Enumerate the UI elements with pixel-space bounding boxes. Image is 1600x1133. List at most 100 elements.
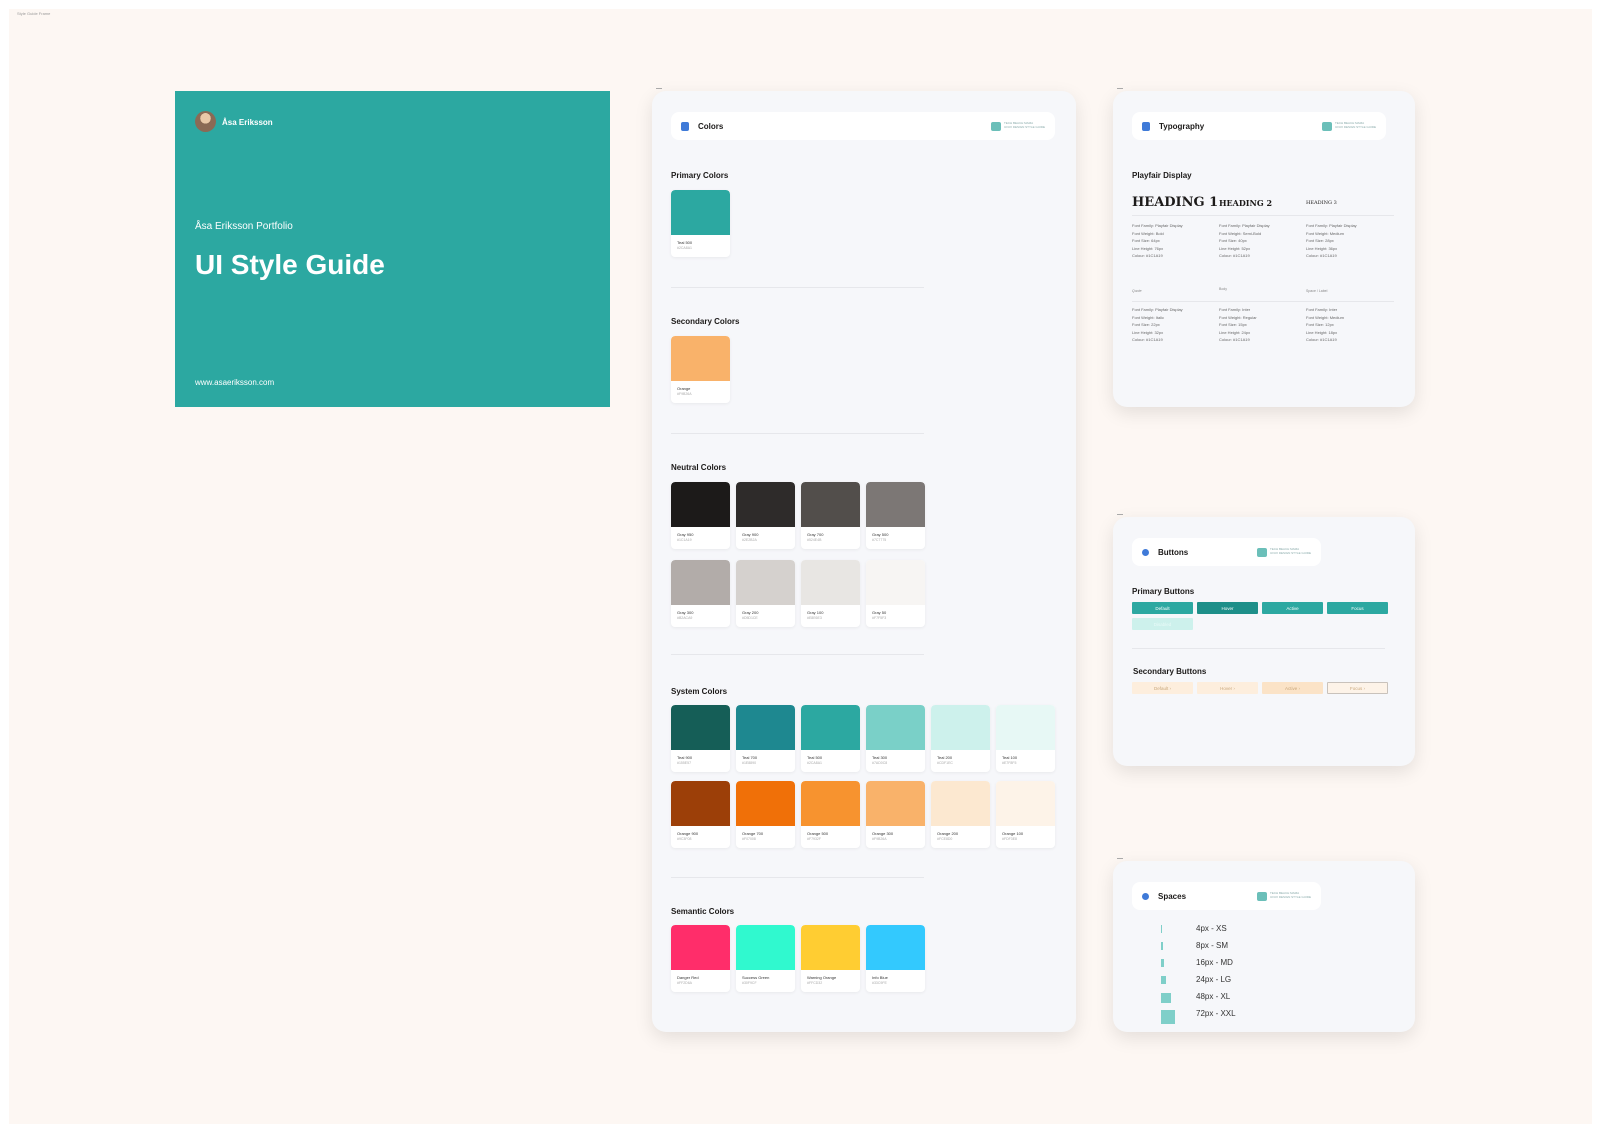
- color-swatch: Gray 900 #2E2B2A: [736, 482, 795, 549]
- font-spec-line: Colour: #1C1A19: [1132, 337, 1163, 343]
- font-spec-line: Colour: #1C1A19: [1219, 337, 1250, 343]
- frame-pin: [656, 88, 662, 89]
- space-label: 8px - SM: [1196, 941, 1229, 950]
- system-colors-title: System Colors: [671, 687, 728, 696]
- cover-card: Åsa Eriksson Åsa Eriksson Portfolio UI S…: [175, 91, 610, 407]
- secondary-button-focus[interactable]: Focus ›: [1327, 682, 1388, 694]
- semantic-colors-title: Semantic Colors: [671, 907, 735, 916]
- heading-3-sample: HEADING 3: [1306, 200, 1337, 206]
- color-name: Teal 500: [807, 755, 823, 760]
- color-swatch: Gray 500 #7C7775: [866, 482, 925, 549]
- divider: [671, 877, 924, 878]
- primary-button-disabled[interactable]: Disabled: [1132, 618, 1193, 630]
- secondary-button-default[interactable]: Default ›: [1132, 682, 1193, 694]
- spaces-header: Spaces TECH BEACH MAMA UI/UX DESIGN STYLE…: [1132, 882, 1321, 910]
- font-spec-line: Line Height: 24px: [1219, 329, 1251, 335]
- brand-logo: TECH BEACH MAMA UI/UX DESIGN STYLE GUIDE: [1256, 891, 1311, 901]
- font-spec-line: Font Size: 64px: [1132, 238, 1160, 244]
- frame-pin: [1117, 88, 1123, 89]
- font-spec: Font Family: Playfair Display Font Weight…: [1132, 306, 1183, 344]
- color-chip: [736, 560, 795, 605]
- quote-sample: Quote: [1132, 289, 1142, 293]
- color-chip: [866, 925, 925, 970]
- space-label: 72px - XXL: [1196, 1009, 1236, 1018]
- color-swatch: Gray 200 #D5D1CE: [736, 560, 795, 627]
- cover-url[interactable]: www.asaeriksson.com: [195, 378, 274, 387]
- font-spec-line: Font Family: Playfair Display: [1132, 223, 1183, 228]
- primary-button-default[interactable]: Default: [1132, 602, 1193, 614]
- space-bar: [1161, 959, 1164, 967]
- color-hex: #1C1A19: [677, 538, 692, 542]
- font-spec: Font Family: Playfair Display Font Weight…: [1219, 222, 1270, 260]
- primary-colors-title: Primary Colors: [671, 171, 729, 180]
- color-chip: [801, 705, 860, 750]
- secondary-colors-title: Secondary Colors: [671, 317, 740, 326]
- color-chip: [671, 336, 730, 381]
- color-name: Orange 300: [872, 831, 894, 836]
- space-label: 16px - MD: [1196, 958, 1233, 967]
- divider: [671, 287, 924, 288]
- color-hex: #2E2B2A: [742, 538, 757, 542]
- cover-author: Åsa Eriksson: [222, 118, 273, 127]
- font-spec-line: Line Height: 18px: [1306, 329, 1338, 335]
- color-hex: #F7F5F3: [872, 616, 887, 620]
- typography-header: Typography TECH BEACH MAMA UI/UX DESIGN S…: [1132, 112, 1386, 140]
- color-hex: #155E57: [677, 761, 692, 765]
- color-swatch: Orange 500 #F7932F: [801, 781, 860, 848]
- spaces-icon: [1142, 892, 1149, 900]
- space-label: 48px - XL: [1196, 992, 1231, 1001]
- typography-icon: [1142, 121, 1150, 131]
- color-chip: [801, 560, 860, 605]
- color-name: Orange 700: [742, 831, 764, 836]
- primary-button-hover[interactable]: Hover: [1197, 602, 1258, 614]
- color-hex: #2CA8A1: [677, 246, 692, 250]
- brand-logo-icon: [1256, 891, 1267, 901]
- heading-1-sample: HEADING 1: [1132, 195, 1219, 210]
- secondary-button-hover[interactable]: Hover ›: [1197, 682, 1258, 694]
- font-spec: Font Family: Playfair Display Font Weight…: [1132, 222, 1183, 260]
- color-swatch: Teal 300 #7AD0C8: [866, 705, 925, 772]
- color-name: Teal 500: [677, 240, 693, 245]
- color-name: Success Green: [742, 975, 770, 980]
- divider: [1132, 301, 1394, 302]
- color-hex: #7AD0C8: [872, 761, 888, 765]
- color-chip: [866, 482, 925, 527]
- colors-header-title: Colors: [698, 121, 724, 131]
- colors-header: Colors TECH BEACH MAMA UI/UX DESIGN STYLE…: [671, 112, 1055, 140]
- color-chip: [801, 925, 860, 970]
- color-chip: [736, 925, 795, 970]
- color-name: Gray 50: [872, 610, 887, 615]
- font-spec-line: Font Weight: Medium: [1306, 314, 1344, 320]
- color-hex: #FF2D6A: [677, 981, 692, 985]
- color-name: Gray 300: [677, 610, 694, 615]
- brand-logo: TECH BEACH MAMA UI/UX DESIGN STYLE GUIDE: [1321, 121, 1376, 131]
- color-name: Orange: [677, 386, 691, 391]
- logo-line2: UI/UX DESIGN STYLE GUIDE: [1269, 551, 1311, 555]
- color-name: Info Blue: [872, 975, 888, 980]
- neutral-colors-title: Neutral Colors: [671, 463, 727, 472]
- colors-panel: Colors TECH BEACH MAMA UI/UX DESIGN STYLE…: [652, 88, 1076, 1032]
- font-spec-line: Font Size: 22px: [1132, 322, 1160, 328]
- font-spec-line: Line Height: 52px: [1219, 245, 1251, 251]
- color-swatch: Orange #F9B26A: [671, 336, 730, 403]
- font-spec-line: Colour: #1C1A19: [1306, 337, 1337, 343]
- divider: [1132, 215, 1394, 216]
- brand-logo: TECH BEACH MAMA UI/UX DESIGN STYLE GUIDE: [990, 121, 1045, 131]
- color-hex: #1E8890: [742, 761, 757, 765]
- secondary-button-active[interactable]: Active ›: [1262, 682, 1323, 694]
- font-spec-line: Line Height: 76px: [1132, 245, 1164, 251]
- color-name: Gray 200: [742, 610, 759, 615]
- color-name: Gray 700: [807, 532, 824, 537]
- primary-button-active[interactable]: Active: [1262, 602, 1323, 614]
- primary-button-focus[interactable]: Focus: [1327, 602, 1388, 614]
- font-spec-line: Line Height: 32px: [1132, 329, 1164, 335]
- buttons-header: Buttons TECH BEACH MAMA UI/UX DESIGN STYL…: [1132, 538, 1321, 566]
- font-spec-line: Colour: #1C1A19: [1219, 253, 1250, 259]
- font-spec: Font Family: Playfair Display Font Weight…: [1306, 222, 1357, 260]
- font-family-title: Playfair Display: [1132, 171, 1192, 180]
- color-swatch: Orange 200 #FCE8D0: [931, 781, 990, 848]
- colors-icon: [681, 121, 689, 131]
- font-spec-line: Font Family: Playfair Display: [1132, 307, 1183, 312]
- typography-header-title: Typography: [1159, 121, 1205, 131]
- font-spec-line: Colour: #1C1A19: [1132, 253, 1163, 259]
